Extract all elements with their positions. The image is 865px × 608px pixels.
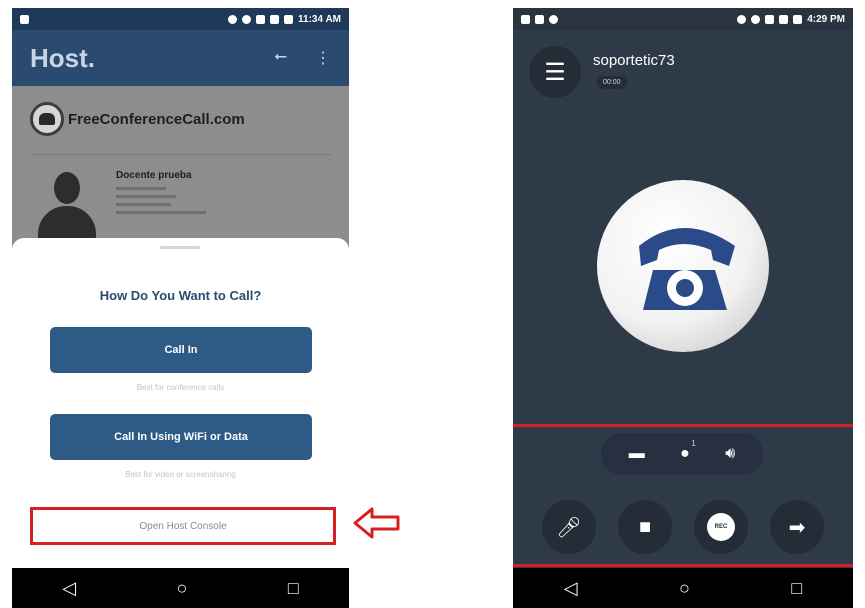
status-time: 11:34 AM [298,13,341,25]
alarm-icon [751,14,761,24]
hamburger-icon: ☰ [544,58,566,86]
chat-icon[interactable]: ▬ [629,445,645,463]
recents-icon[interactable]: □ [288,578,299,599]
exit-icon: ➡ [788,516,806,539]
telephone-icon [639,228,735,310]
record-button[interactable]: REC [694,500,748,554]
wifi-icon [765,14,775,24]
status-bar: 11:34 AM [12,8,349,30]
battery-icon [793,14,803,24]
arrow-left-icon [353,507,400,539]
record-icon: REC [707,513,735,541]
host-phone: 11:34 AM Host. ⭠ ⋮ FreeConferenceCall.co… [12,8,349,608]
participants-count: 1 [691,439,696,448]
photo-icon [535,14,544,24]
signal-icon [779,14,789,24]
back-icon[interactable]: ◁ [564,578,578,599]
call-phone: 4:29 PM ☰ soportetic73 00:00 ▬ ● 1 🔊︎ 🎤︎… [513,8,853,608]
call-options-sheet: How Do You Want to Call? Call In Best fo… [12,238,349,568]
video-off-icon: ■ [638,515,652,538]
speaker-icon[interactable]: 🔊︎ [725,445,735,463]
more-options-icon[interactable]: ⋮ [315,48,331,68]
wifi-hint: Best for video or screensharing [125,470,236,479]
photo-icon [20,14,29,24]
wifi-icon [256,14,266,24]
whatsapp-icon [549,14,558,24]
call-actions: 🎤︎ ■ REC ➡ [513,500,853,554]
home-icon[interactable]: ○ [177,578,188,599]
recents-icon[interactable]: □ [791,578,802,599]
menu-button[interactable]: ☰ [529,46,581,98]
phone-logo-icon [30,102,64,136]
sheet-handle[interactable] [160,246,200,249]
brand-text: FreeConferenceCall.com [68,110,245,128]
open-host-console-button[interactable]: Open Host Console [30,507,336,545]
caller-name: soportetic73 [593,52,675,69]
call-timer: 00:00 [597,76,627,89]
call-toolbar: ▬ ● 1 🔊︎ [601,433,763,475]
share-icon[interactable]: ⭠ [274,48,287,68]
host-card-background: FreeConferenceCall.com Docente prueba [12,86,349,256]
app-title: Host. [30,42,95,73]
leave-call-button[interactable]: ➡ [770,500,824,554]
signal-icon [270,14,280,24]
divider [30,154,331,155]
call-in-hint: Best for conference calls [136,383,225,392]
do-not-disturb-icon [737,14,747,24]
participants-icon[interactable]: ● 1 [680,439,696,463]
status-bar: 4:29 PM [513,8,853,30]
alarm-icon [242,14,252,24]
home-icon[interactable]: ○ [679,578,690,599]
open-host-console-label: Open Host Console [139,520,227,532]
card-name: Docente prueba [116,170,192,181]
brand-logo: FreeConferenceCall.com [30,102,245,136]
status-time: 4:29 PM [807,13,845,25]
screen-icon [521,14,530,24]
battery-icon [284,14,294,24]
call-in-button[interactable]: Call In [50,327,312,373]
back-icon[interactable]: ◁ [62,578,76,599]
sheet-title: How Do You Want to Call? [99,288,262,303]
app-bar: Host. ⭠ ⋮ [12,30,349,86]
video-button[interactable]: ■ [618,500,672,554]
mute-button[interactable]: 🎤︎ [542,500,596,554]
do-not-disturb-icon [228,14,238,24]
conference-phone-logo [597,180,769,352]
microphone-icon: 🎤︎ [556,516,582,539]
android-nav-bar: ◁ ○ □ [513,568,853,608]
call-in-wifi-button[interactable]: Call In Using WiFi or Data [50,414,312,460]
android-nav-bar: ◁ ○ □ [12,568,349,608]
